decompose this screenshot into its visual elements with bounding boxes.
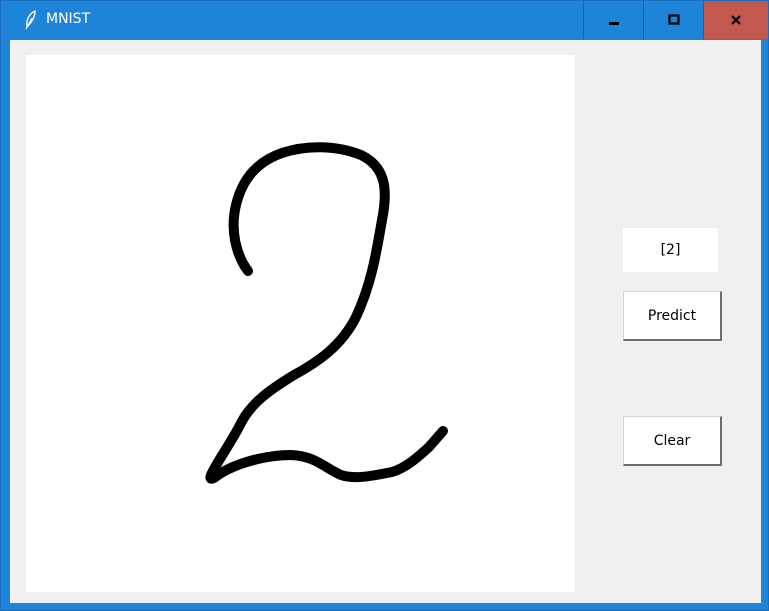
clear-button-label: Clear <box>653 432 691 449</box>
prediction-result: [2] <box>623 228 718 272</box>
clear-button[interactable]: Clear <box>623 416 722 466</box>
feather-icon <box>23 9 39 30</box>
drawing-canvas[interactable] <box>26 55 575 592</box>
close-button[interactable] <box>703 1 768 39</box>
drawn-digit-stroke <box>205 142 448 484</box>
predict-button[interactable]: Predict <box>623 291 722 341</box>
client-area: [2] Predict Clear <box>10 40 761 603</box>
minimize-button[interactable] <box>583 1 643 39</box>
maximize-button[interactable] <box>643 1 703 39</box>
title-bar[interactable]: MNIST <box>1 1 768 39</box>
minimize-icon <box>608 11 620 30</box>
app-window: MNIST [2] Predict Clear <box>0 0 769 611</box>
predict-button-label: Predict <box>647 307 697 324</box>
window-title: MNIST <box>46 11 91 27</box>
prediction-result-text: [2] <box>660 242 681 258</box>
close-icon <box>730 11 742 30</box>
maximize-icon <box>667 11 680 30</box>
